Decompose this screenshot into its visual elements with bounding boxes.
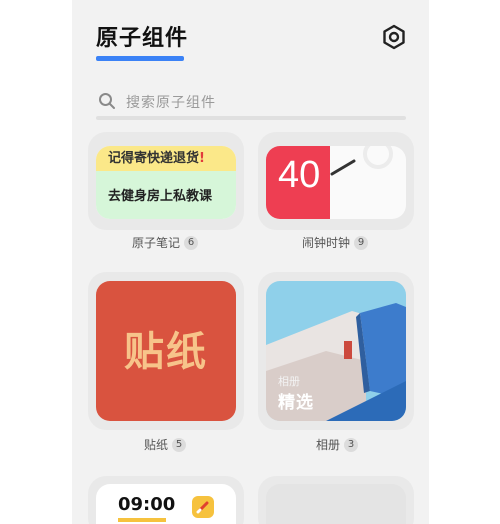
widget-name: 原子笔记 (132, 236, 181, 250)
sticker-preview: 贴纸 (96, 281, 236, 421)
notes-preview: 记得寄快递退货! 去健身房上私教课 (96, 146, 236, 219)
widget-card-sticker[interactable]: 贴纸 (88, 272, 244, 430)
time-preview: 09:00 (96, 484, 236, 524)
page-title: 原子组件 (96, 26, 189, 51)
count-badge: 3 (344, 437, 359, 452)
sticker-text: 贴纸 (124, 328, 208, 375)
count-badge: 6 (184, 235, 199, 250)
time-card: 09:00 (96, 484, 236, 524)
album-title: 精选 (278, 393, 314, 413)
search-icon (99, 93, 115, 109)
time-underline (118, 518, 166, 522)
clock-face (330, 146, 406, 219)
page-header: 原子组件 (96, 20, 188, 61)
pencil-icon (192, 496, 214, 518)
widget-name: 相册 (316, 438, 341, 452)
count-badge: 5 (172, 437, 187, 452)
time-text: 09:00 (118, 494, 176, 515)
gear-icon (383, 24, 405, 50)
empty-preview (266, 484, 406, 524)
clock-number: 40 (278, 154, 321, 196)
widget-caption-clock: 闹钟时钟 9 (302, 234, 369, 251)
note-item: 去健身房上私教课 (96, 171, 236, 219)
search-underline (96, 116, 406, 120)
note-1-text: 记得寄快递退货 (108, 151, 200, 166)
album-subtitle: 相册 (278, 375, 300, 388)
widget-caption-sticker: 贴纸 5 (144, 436, 187, 453)
clock-preview: 40 (266, 146, 406, 219)
search-input[interactable]: 搜索原子组件 (96, 84, 406, 120)
note-1-mark: ! (199, 151, 205, 166)
title-underline (96, 56, 184, 61)
widget-card-album[interactable]: 相册 精选 (258, 272, 414, 430)
widget-name: 闹钟时钟 (302, 236, 351, 250)
album-photo: 相册 精选 (266, 281, 406, 421)
widget-card-time[interactable]: 09:00 (88, 476, 244, 524)
widget-card-empty[interactable] (258, 476, 414, 524)
note-2-text: 去健身房上私教课 (108, 189, 213, 204)
widget-card-notes[interactable]: 记得寄快递退货! 去健身房上私教课 (88, 132, 244, 230)
note-item: 记得寄快递退货! (96, 146, 236, 171)
widget-card-clock[interactable]: 40 (258, 132, 414, 230)
widget-gallery-screen: 原子组件 搜索原子组件 记得寄快递退货! 去健身房上私教课 原子笔记 6 40 … (72, 0, 429, 524)
widget-name: 贴纸 (144, 438, 169, 452)
note-text: 记得寄快递退货! (108, 147, 205, 166)
widget-caption-album: 相册 3 (316, 436, 359, 453)
settings-button[interactable] (381, 24, 407, 50)
sticker-background: 贴纸 (96, 281, 236, 421)
widget-caption-notes: 原子笔记 6 (132, 234, 199, 251)
album-preview: 相册 精选 (266, 281, 406, 421)
count-badge: 9 (354, 235, 369, 250)
search-placeholder: 搜索原子组件 (126, 95, 216, 111)
clock-hand-graphic (330, 146, 393, 176)
clock-digit-panel: 40 (266, 146, 330, 219)
